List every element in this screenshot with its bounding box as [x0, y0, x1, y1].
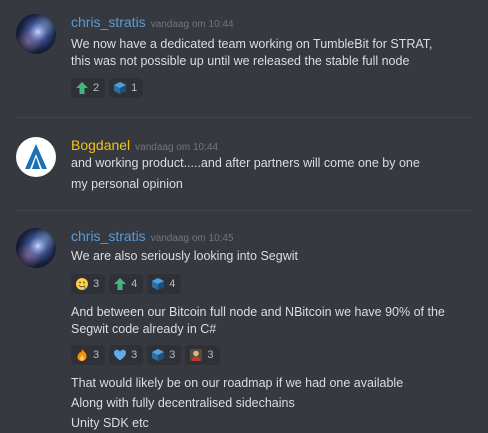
reaction-count: 4	[169, 278, 176, 290]
stratis-cube-icon	[114, 82, 127, 94]
message-divider	[16, 210, 472, 211]
message-text: Unity SDK etc	[71, 416, 149, 430]
reaction-count: 1	[131, 82, 138, 94]
message-header: chris_stratis vandaag om 10:45	[71, 228, 234, 246]
message-text: Segwit code already in C#	[71, 322, 217, 336]
avatar-bogdanel[interactable]	[16, 137, 56, 177]
reaction-count: 4	[131, 278, 138, 290]
reaction-button[interactable]: 3	[71, 274, 106, 294]
reaction-count: 2	[93, 82, 100, 94]
reaction-button[interactable]: 3	[147, 345, 182, 365]
reaction-count: 3	[93, 278, 100, 290]
reactions-row: 3 4 4	[71, 274, 182, 294]
chat-message-list: chris_stratis vandaag om 10:44 We now hav…	[0, 0, 488, 432]
message-text: Along with fully decentralised sidechain…	[71, 396, 295, 410]
message-text: this was not possible up until we releas…	[71, 54, 410, 68]
reaction-button[interactable]: 3	[185, 345, 220, 365]
green-up-arrow-icon	[76, 82, 88, 94]
reaction-button[interactable]: 1	[109, 78, 144, 98]
timestamp: vandaag om 10:44	[150, 19, 234, 30]
fire-icon	[77, 349, 87, 361]
message-text: my personal opinion	[71, 177, 183, 191]
message-divider	[16, 117, 472, 118]
reaction-button[interactable]: 3	[71, 345, 106, 365]
reaction-button[interactable]: 2	[71, 78, 106, 98]
stratis-cube-icon	[152, 278, 165, 290]
message-text: and working product.....and after partne…	[71, 156, 420, 170]
reaction-button[interactable]: 4	[109, 274, 144, 294]
username[interactable]: chris_stratis	[71, 14, 146, 30]
message-text: That would likely be on our roadmap if w…	[71, 376, 404, 390]
username[interactable]: Bogdanel	[71, 137, 130, 153]
reaction-button[interactable]: 3	[109, 345, 144, 365]
avatar-chris-stratis[interactable]	[16, 14, 56, 54]
timestamp: vandaag om 10:44	[135, 142, 219, 153]
message-header: chris_stratis vandaag om 10:44	[71, 14, 234, 32]
avatar-chris-stratis[interactable]	[16, 228, 56, 268]
reaction-count: 3	[93, 349, 100, 361]
reaction-count: 3	[131, 349, 138, 361]
stratis-cube-icon	[152, 349, 165, 361]
message-text: We are also seriously looking into Segwi…	[71, 249, 298, 263]
blue-heart-icon	[114, 349, 127, 361]
stratis-logo-icon	[25, 144, 47, 169]
timestamp: vandaag om 10:45	[150, 233, 234, 244]
drooling-face-icon	[76, 278, 88, 290]
username[interactable]: chris_stratis	[71, 228, 146, 244]
green-up-arrow-icon	[114, 278, 127, 290]
reactions-row: 3 3 3 3	[71, 345, 220, 365]
reaction-count: 3	[207, 349, 214, 361]
reaction-count: 3	[169, 349, 176, 361]
reactions-row: 2 1	[71, 78, 144, 98]
person-avatar-icon	[190, 349, 203, 361]
reaction-button[interactable]: 4	[147, 274, 182, 294]
